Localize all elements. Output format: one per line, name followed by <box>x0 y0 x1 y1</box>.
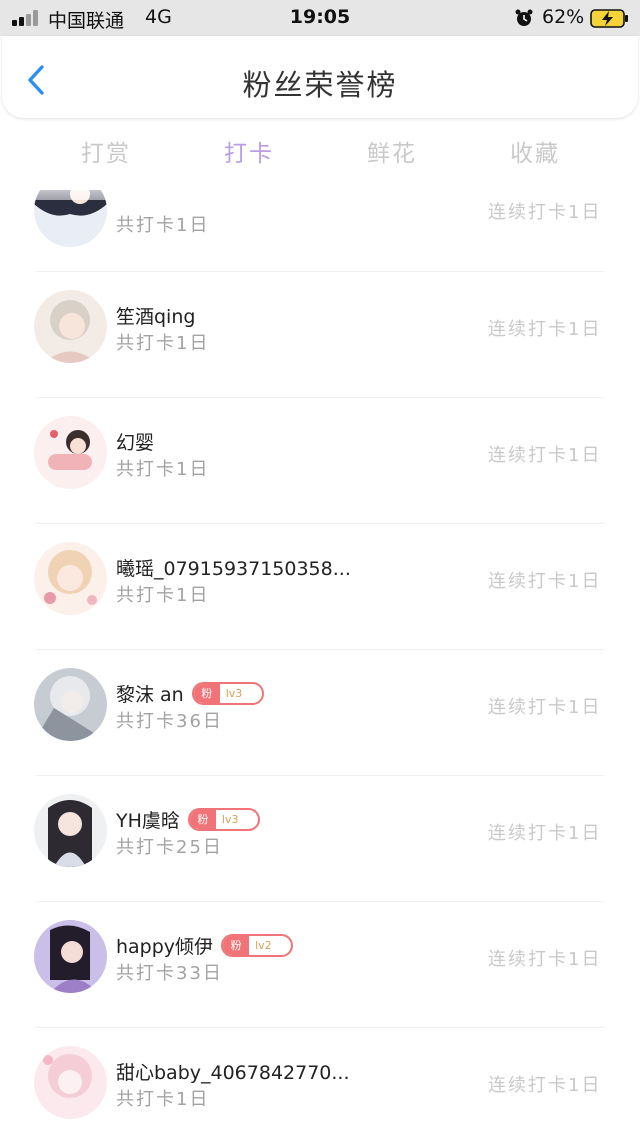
streak-label: 连续打卡1日 <box>488 823 602 844</box>
avatar[interactable] <box>34 290 107 363</box>
fan-tag: 粉 <box>223 936 250 955</box>
total-checkin-days: 共打卡33日 <box>116 963 223 984</box>
ranking-list[interactable]: 共打卡1日 连续打卡1日 笙酒qing 共打卡1日 连续打卡1日 幻婴 共打卡1… <box>0 190 640 1139</box>
streak-label: 连续打卡1日 <box>488 571 602 592</box>
divider <box>36 523 604 524</box>
streak-label: 连续打卡1日 <box>488 697 602 718</box>
list-item[interactable]: 甜心baby_4067842770... 共打卡1日 连续打卡1日 <box>0 1046 640 1139</box>
user-name[interactable]: 笙酒qing <box>116 302 195 329</box>
user-name-text: YH虞晗 <box>116 810 180 832</box>
fan-level: lv3 <box>221 813 239 826</box>
divider <box>36 775 604 776</box>
tab-reward[interactable]: 打赏 <box>81 134 131 168</box>
avatar[interactable] <box>34 416 107 489</box>
avatar[interactable] <box>34 794 107 867</box>
fan-level-badge: 粉 lv3 <box>191 682 264 705</box>
divider <box>36 1027 604 1028</box>
fan-level-badge: 粉 lv3 <box>187 808 260 831</box>
user-name[interactable]: 曦瑶_07915937150358... <box>116 554 351 581</box>
avatar[interactable] <box>34 1046 107 1119</box>
user-name[interactable]: 甜心baby_4067842770... <box>116 1058 350 1085</box>
fan-level: lv3 <box>225 687 243 700</box>
fan-level: lv2 <box>255 939 272 952</box>
tab-favorites[interactable]: 收藏 <box>510 134 560 168</box>
status-bar: 中国联通 4G 19:05 62% <box>0 0 640 36</box>
list-item[interactable]: happy倾伊 粉 lv2 共打卡33日 连续打卡1日 <box>0 920 640 1046</box>
user-name-text: 曦瑶_07915937150358... <box>116 558 351 580</box>
list-item[interactable]: 笙酒qing 共打卡1日 连续打卡1日 <box>0 290 640 416</box>
streak-label: 连续打卡1日 <box>488 949 602 970</box>
list-item[interactable]: 曦瑶_07915937150358... 共打卡1日 连续打卡1日 <box>0 542 640 668</box>
streak-label: 连续打卡1日 <box>488 445 602 466</box>
battery-charging-icon <box>590 9 628 28</box>
streak-label: 连续打卡1日 <box>488 1075 602 1096</box>
user-name[interactable]: 幻婴 <box>116 428 154 455</box>
list-fade-overlay <box>0 174 640 200</box>
avatar[interactable] <box>34 668 107 741</box>
list-item[interactable]: 幻婴 共打卡1日 连续打卡1日 <box>0 416 640 542</box>
divider <box>36 649 604 650</box>
total-checkin-days: 共打卡36日 <box>116 711 223 732</box>
total-checkin-days: 共打卡1日 <box>116 1089 210 1110</box>
list-item[interactable]: YH虞晗 粉 lv3 共打卡25日 连续打卡1日 <box>0 794 640 920</box>
tab-flowers[interactable]: 鲜花 <box>367 134 417 168</box>
tab-bar: 打赏 打卡 鲜花 收藏 <box>0 130 640 174</box>
total-checkin-days: 共打卡1日 <box>116 459 210 480</box>
fan-honor-page: 中国联通 4G 19:05 62% 粉丝荣誉榜 打赏 打卡 鲜花 收藏 共打卡1… <box>0 0 640 1139</box>
nav-header: 粉丝荣誉榜 <box>2 36 638 118</box>
list-item[interactable]: 黎沫 an 粉 lv3 共打卡36日 连续打卡1日 <box>0 668 640 794</box>
user-name-text: happy倾伊 <box>116 936 214 958</box>
divider <box>36 901 604 902</box>
avatar[interactable] <box>34 920 107 993</box>
alarm-icon <box>515 9 533 26</box>
user-name-text: 黎沫 an <box>116 684 184 706</box>
divider <box>36 271 604 272</box>
user-name-text: 笙酒qing <box>116 306 196 328</box>
page-title: 粉丝荣誉榜 <box>242 68 398 102</box>
total-checkin-days: 共打卡1日 <box>116 333 210 354</box>
user-name-text: 甜心baby_4067842770... <box>116 1062 350 1084</box>
tab-checkin[interactable]: 打卡 <box>224 134 274 168</box>
divider <box>36 397 604 398</box>
avatar[interactable] <box>34 542 107 615</box>
fan-level-badge: 粉 lv2 <box>221 934 294 957</box>
total-checkin-days: 共打卡1日 <box>116 585 210 606</box>
total-checkin-days: 共打卡25日 <box>116 837 223 858</box>
streak-label: 连续打卡1日 <box>488 202 602 223</box>
user-name[interactable]: YH虞晗 粉 lv3 <box>116 806 260 833</box>
streak-label: 连续打卡1日 <box>488 319 602 340</box>
user-name[interactable]: happy倾伊 粉 lv2 <box>116 932 294 959</box>
total-checkin-days: 共打卡1日 <box>116 215 210 236</box>
fan-tag: 粉 <box>193 684 220 703</box>
user-name-text: 幻婴 <box>116 432 155 454</box>
fan-tag: 粉 <box>189 810 216 829</box>
battery-percent: 62% <box>542 6 585 28</box>
user-name[interactable]: 黎沫 an 粉 lv3 <box>116 680 264 707</box>
